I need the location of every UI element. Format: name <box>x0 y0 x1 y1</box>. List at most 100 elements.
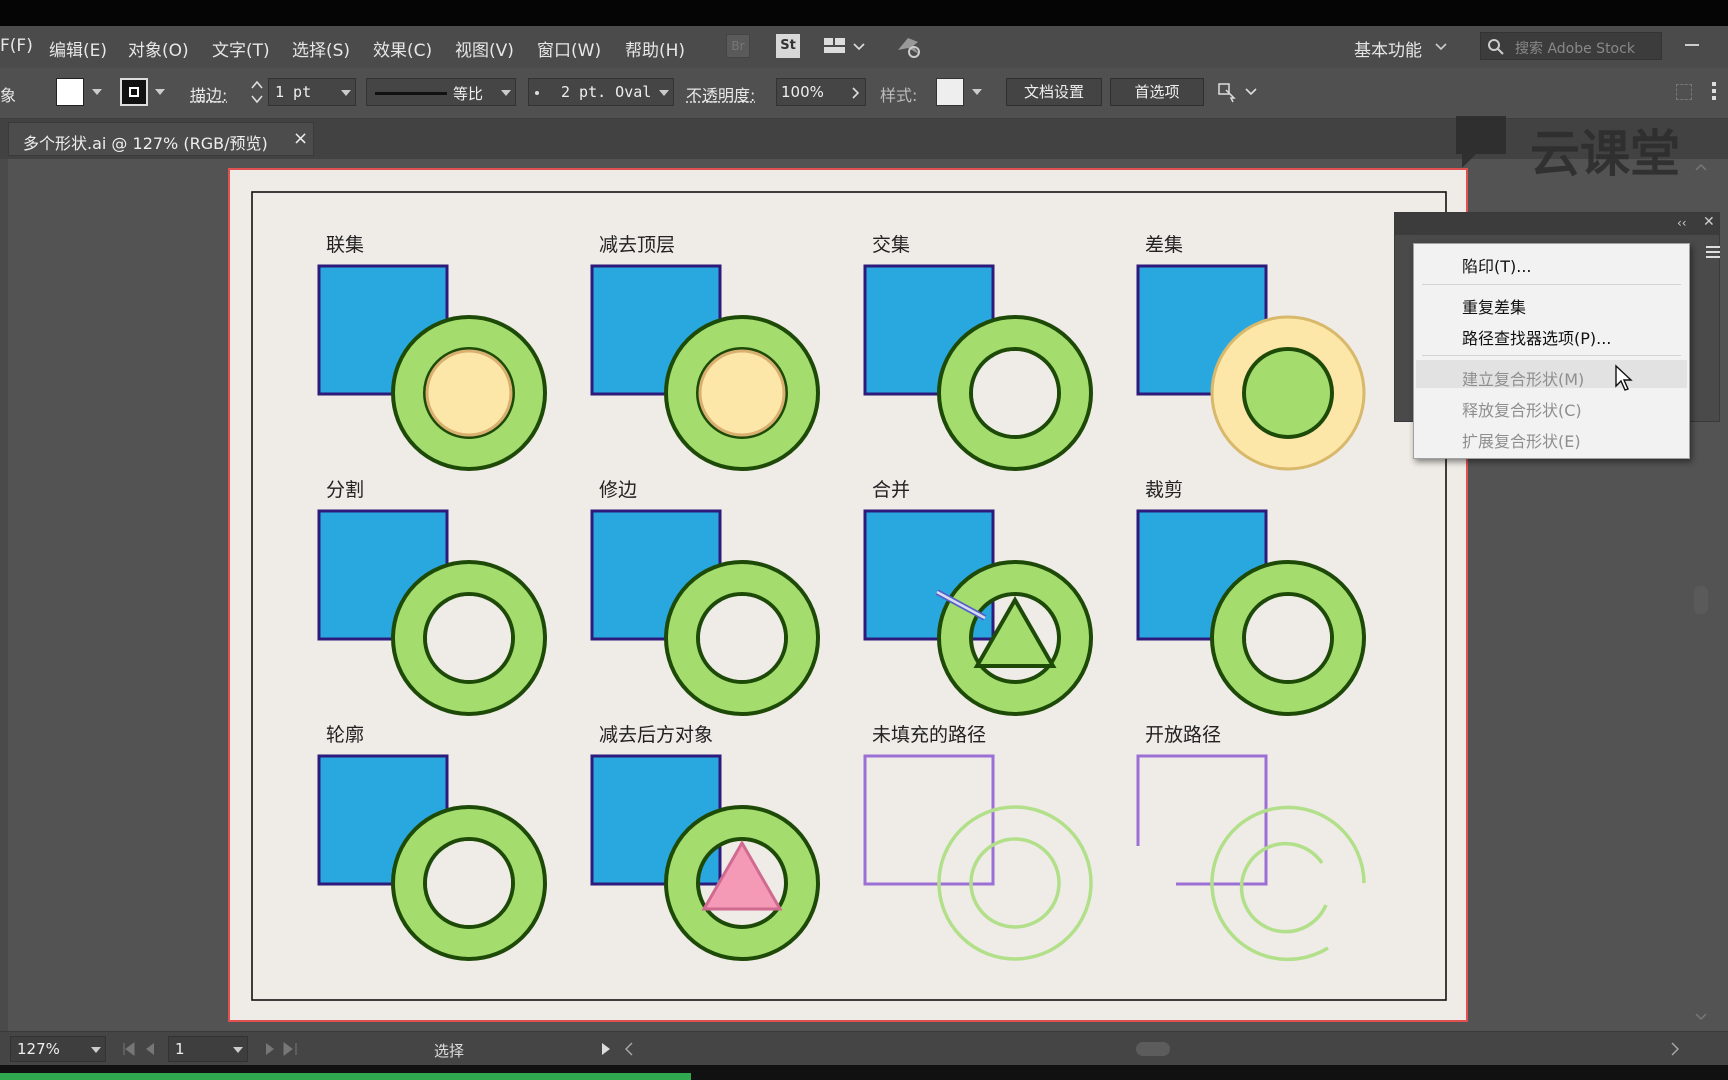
menu-window[interactable]: 窗口(W) <box>537 36 601 61</box>
menu-edit[interactable]: 编辑(E) <box>49 36 107 61</box>
minimize-button[interactable] <box>1685 44 1699 46</box>
status-tool-label: 选择 <box>434 1042 465 1060</box>
variable-width-profile[interactable]: 等比 <box>366 78 516 106</box>
shape-hole-trim <box>700 596 784 680</box>
brush-value: 2 pt. Oval <box>561 83 652 101</box>
shape-inner-circle-exclude <box>1242 347 1334 439</box>
scroll-up-icon[interactable] <box>1694 160 1708 174</box>
shape-hole-outline <box>427 841 511 925</box>
opacity-label[interactable]: 不透明度: <box>686 82 755 106</box>
control-menu-icon[interactable] <box>1712 80 1724 102</box>
brush-dropdown-icon[interactable] <box>659 90 669 96</box>
menu-effect[interactable]: 效果(C) <box>373 36 432 61</box>
menu-file[interactable]: F(F) <box>0 36 33 56</box>
shape-center-unite <box>425 349 513 437</box>
pathfinder-panel-header: ‹‹ ✕ <box>1395 213 1719 235</box>
stroke-weight-field[interactable]: 1 pt <box>268 78 356 106</box>
profile-line <box>375 92 447 95</box>
stock-search-field[interactable]: 搜索 Adobe Stock <box>1480 32 1662 60</box>
label-outline: 轮廓 <box>326 724 365 746</box>
artboard-dropdown-icon[interactable] <box>233 1047 243 1053</box>
vertical-scrollbar-thumb[interactable] <box>1694 586 1708 614</box>
menu-select[interactable]: 选择(S) <box>292 36 350 61</box>
menu-type[interactable]: 文字(T) <box>212 36 270 61</box>
panel-toggle-icon[interactable] <box>1676 84 1692 100</box>
label-crop: 裁剪 <box>1145 479 1184 501</box>
close-tab-button[interactable]: × <box>293 128 308 149</box>
stroke-weight-dropdown-icon[interactable] <box>341 90 351 96</box>
menu-item-pathfinder-options[interactable]: 路径查找器选项(P)... <box>1462 325 1611 349</box>
shape-hole-divide <box>427 596 511 680</box>
bridge-button[interactable]: Br <box>726 34 750 58</box>
stroke-swatch-inner <box>129 87 139 97</box>
menu-item-expand-compound-shape[interactable]: 扩展复合形状(E) <box>1462 428 1581 452</box>
first-prev-artboard-icon[interactable] <box>120 1040 160 1058</box>
graphic-style-swatch[interactable] <box>936 78 964 106</box>
mouse-cursor-icon <box>1615 364 1633 391</box>
artwork <box>251 191 1447 1001</box>
zoom-dropdown-icon[interactable] <box>91 1047 101 1053</box>
collapse-panel-icon[interactable]: ‹‹ <box>1677 216 1687 230</box>
scroll-down-icon[interactable] <box>1694 1010 1708 1024</box>
menu-item-trap[interactable]: 陷印(T)... <box>1462 253 1532 277</box>
fill-dropdown-icon[interactable] <box>92 89 102 95</box>
label-minus-back: 减去后方对象 <box>599 724 714 746</box>
stock-button[interactable]: St <box>776 34 800 58</box>
stroke-weight-stepper-icon[interactable] <box>250 78 264 106</box>
zoom-value: 127% <box>17 1040 60 1058</box>
chevron-down-icon[interactable] <box>1434 40 1448 54</box>
video-progress-bar[interactable] <box>0 1073 692 1080</box>
chevron-right-icon[interactable] <box>851 86 861 100</box>
gpu-performance-icon[interactable] <box>893 32 923 60</box>
menu-item-repeat-exclude[interactable]: 重复差集 <box>1462 294 1526 318</box>
profile-dropdown-icon[interactable] <box>501 90 511 96</box>
zoom-field[interactable]: 127% <box>10 1036 106 1062</box>
label-divide: 分割 <box>326 479 365 501</box>
menu-item-make-compound-shape[interactable]: 建立复合形状(M) <box>1462 366 1584 390</box>
next-last-artboard-icon[interactable] <box>262 1040 302 1058</box>
left-edge-panel <box>0 159 8 1031</box>
brush-definition[interactable]: 2 pt. Oval <box>528 78 674 106</box>
opacity-value: 100% <box>781 83 824 101</box>
stroke-label[interactable]: 描边: <box>190 82 227 106</box>
menu-divider <box>1422 355 1681 356</box>
pathfinder-context-menu: 陷印(T)... 重复差集 路径查找器选项(P)... 建立复合形状(M) 释放… <box>1413 243 1690 459</box>
horizontal-scrollbar-thumb[interactable] <box>1136 1042 1170 1056</box>
status-bar: 127% 1 选择 <box>0 1031 1728 1066</box>
search-icon <box>1488 39 1504 55</box>
label-unite: 联集 <box>326 234 365 256</box>
status-menu-arrows-icon[interactable] <box>598 1040 638 1058</box>
stroke-color-swatch[interactable] <box>120 78 148 106</box>
menu-divider <box>1422 284 1681 285</box>
document-tab-title: 多个形状.ai @ 127% (RGB/预览) <box>23 134 268 153</box>
menu-view[interactable]: 视图(V) <box>455 36 514 61</box>
artboard[interactable]: 联集 减去顶层 交集 差集 分割 修边 合并 裁剪 轮廓 减去后方对象 未填充的… <box>228 168 1468 1022</box>
style-dropdown-icon[interactable] <box>972 89 982 95</box>
control-left-label: 象 <box>0 86 17 105</box>
menu-help[interactable]: 帮助(H) <box>625 36 685 61</box>
document-tab[interactable]: 多个形状.ai @ 127% (RGB/预览) × <box>8 122 314 156</box>
menu-object[interactable]: 对象(O) <box>128 36 189 61</box>
label-intersect: 交集 <box>872 234 911 256</box>
close-panel-icon[interactable]: ✕ <box>1703 214 1715 230</box>
chat-bubble-logo-icon <box>1456 116 1506 168</box>
label-merge: 合并 <box>872 479 911 501</box>
label-minus-front: 减去顶层 <box>599 234 676 256</box>
preferences-button[interactable]: 首选项 <box>1110 78 1204 106</box>
shape-inner-arc-open-path <box>1239 841 1328 934</box>
artboard-number-field[interactable]: 1 <box>168 1036 248 1062</box>
scroll-right-icon[interactable] <box>1668 1040 1682 1058</box>
shape-center-minus-front <box>698 349 786 437</box>
menu-item-release-compound-shape[interactable]: 释放复合形状(C) <box>1462 397 1582 421</box>
artboard-number: 1 <box>175 1040 185 1058</box>
opacity-field[interactable]: 100% <box>776 78 866 106</box>
brush-dot-icon <box>535 91 539 95</box>
document-setup-button[interactable]: 文档设置 <box>1006 78 1102 106</box>
window-top-bar <box>0 0 1728 26</box>
workspace-switcher[interactable]: 基本功能 <box>1354 36 1422 61</box>
fill-color-swatch[interactable] <box>56 78 84 106</box>
select-similar-icon[interactable] <box>1216 80 1260 104</box>
arrange-documents-icon[interactable] <box>822 34 866 58</box>
panel-flyout-menu-icon[interactable] <box>1700 240 1728 264</box>
stroke-dropdown-icon[interactable] <box>155 89 165 95</box>
